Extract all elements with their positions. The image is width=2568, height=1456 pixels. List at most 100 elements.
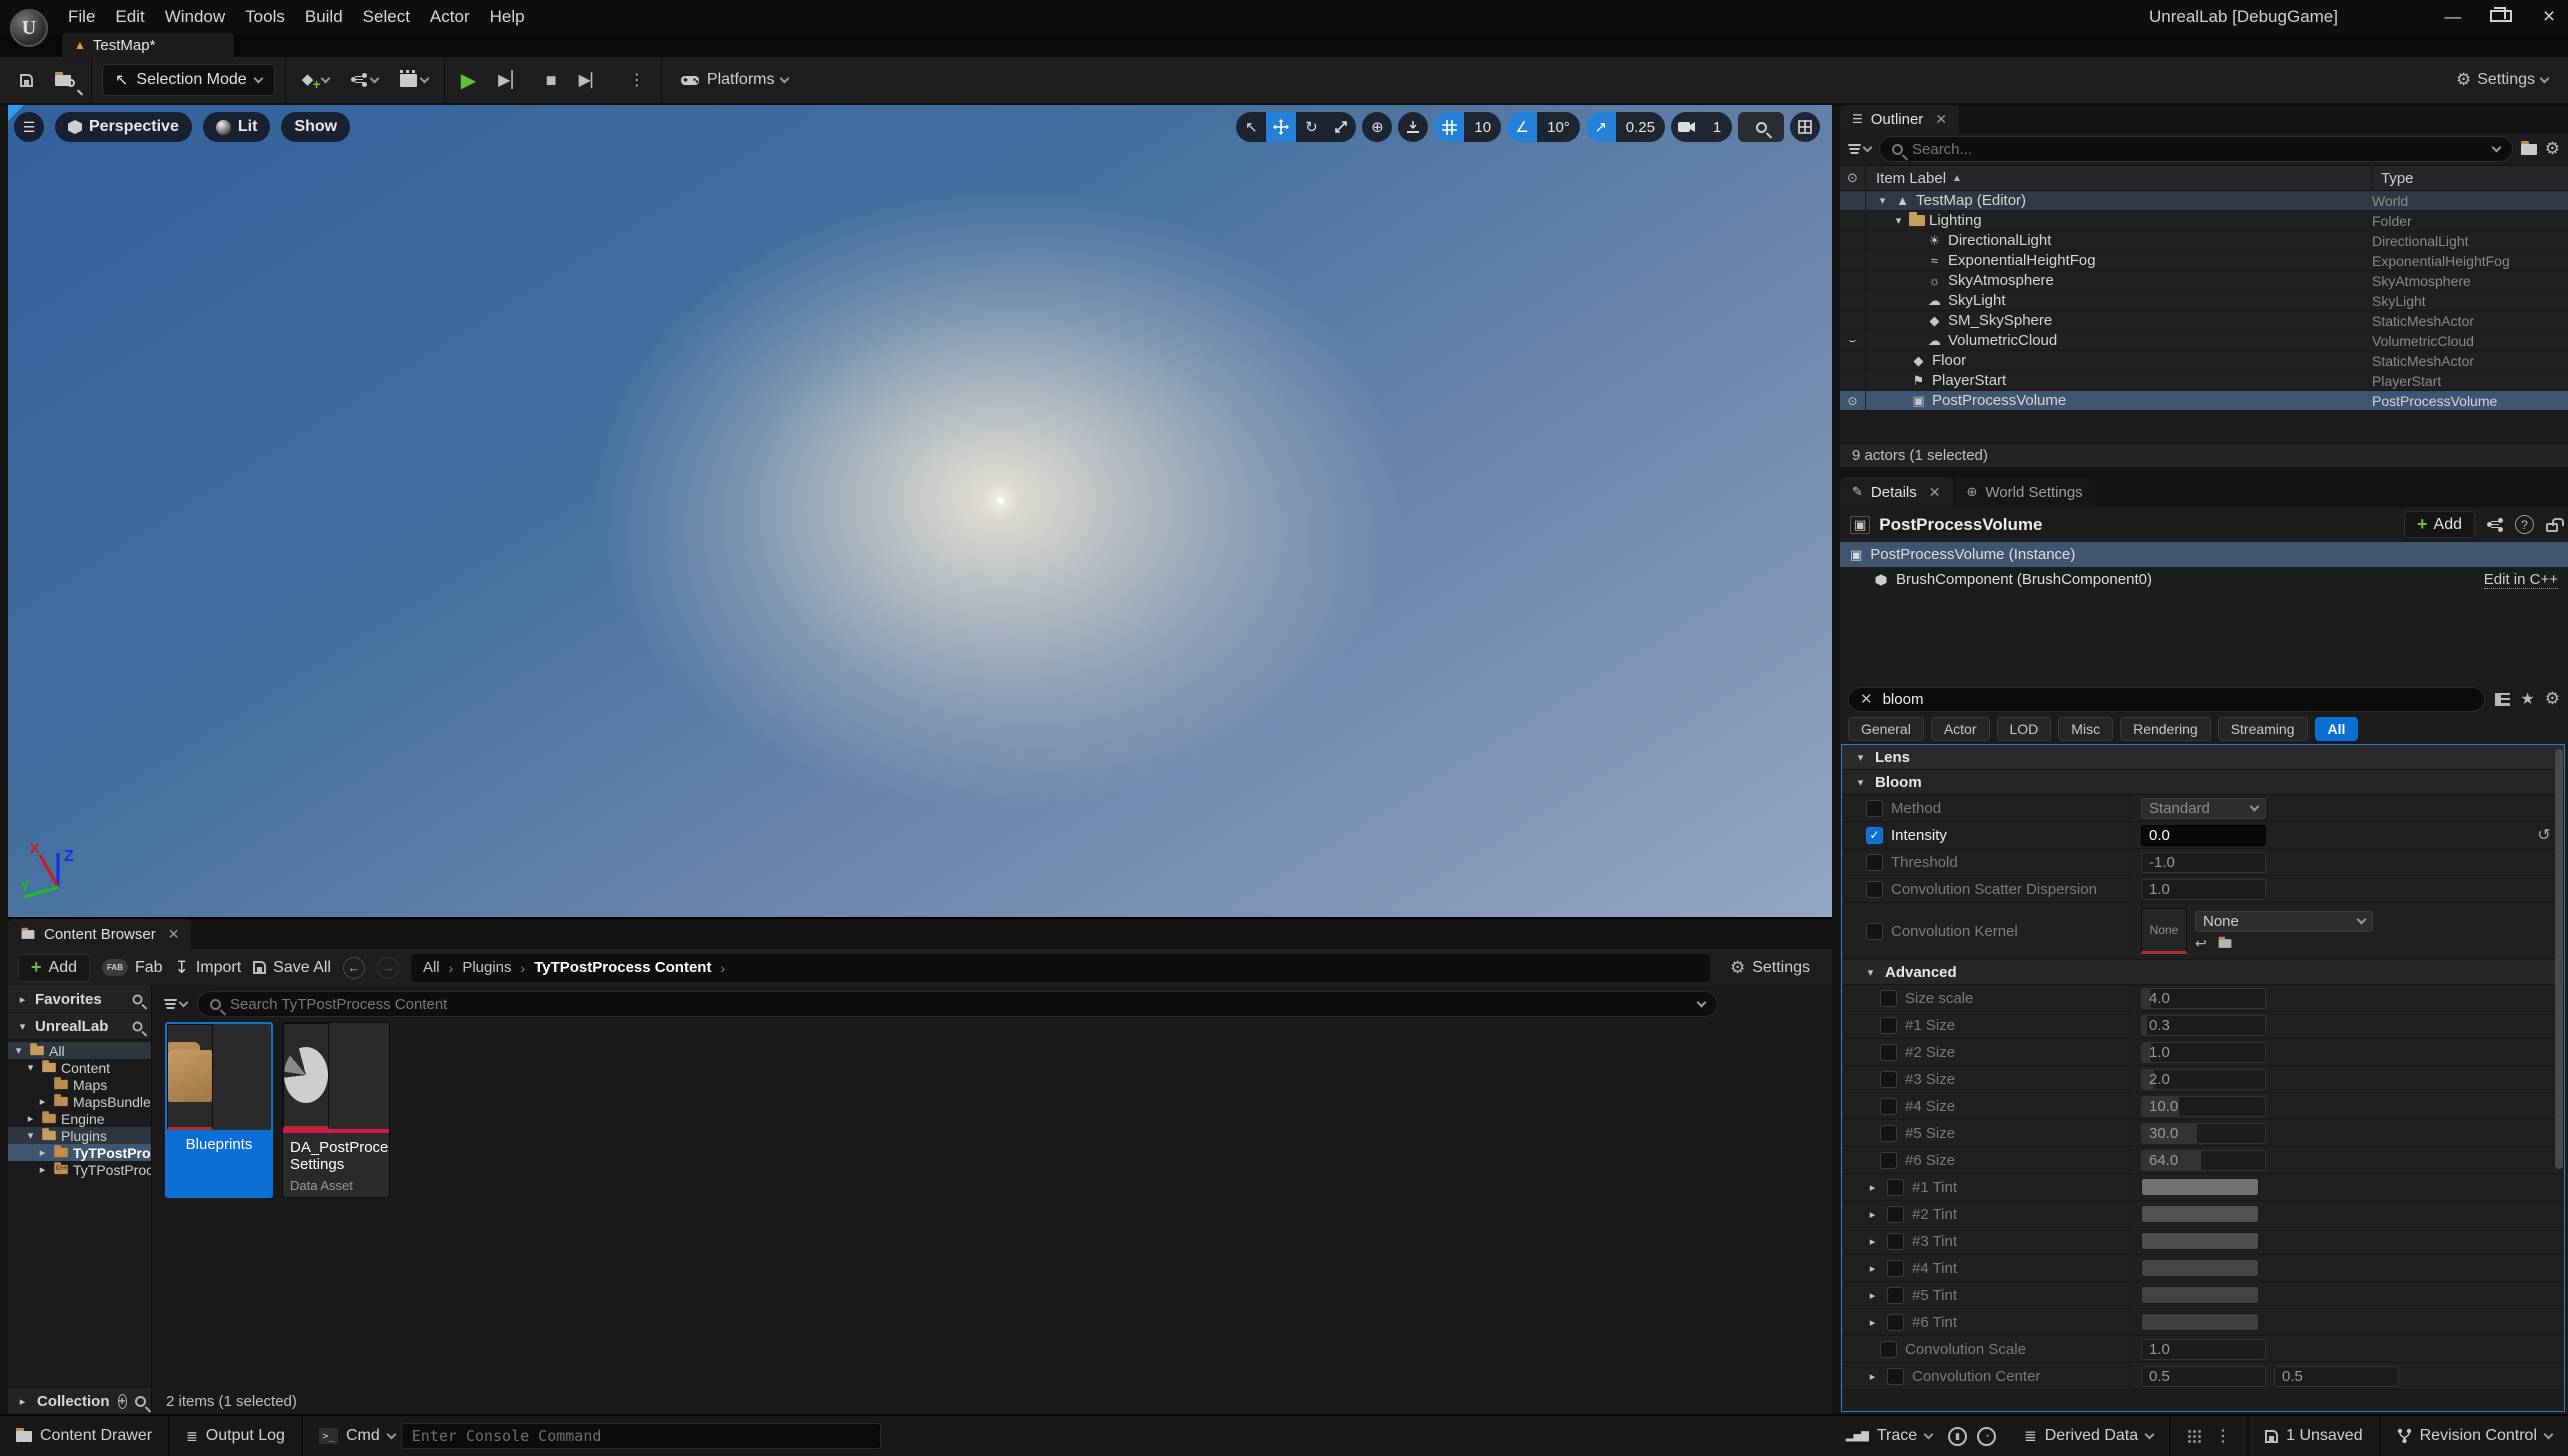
asset-thumbnail[interactable]: None bbox=[2141, 908, 2187, 954]
filter-tab-streaming[interactable]: Streaming bbox=[2217, 717, 2308, 741]
expander-icon[interactable]: ▸ bbox=[1866, 1181, 1879, 1194]
screen-percentage-icon[interactable] bbox=[1738, 112, 1784, 142]
help-icon[interactable]: ? bbox=[2515, 515, 2534, 534]
category-advanced[interactable]: ▾ Advanced bbox=[1842, 960, 2564, 985]
filter-tab-general[interactable]: General bbox=[1848, 717, 1924, 741]
angle-snap-value[interactable]: 10° bbox=[1537, 112, 1580, 142]
breadcrumb[interactable]: All › Plugins › TyTPostProcess Content › bbox=[410, 953, 1710, 982]
add-actor-icon[interactable] bbox=[296, 70, 335, 92]
tab-outliner[interactable]: ☰ Outliner ✕ bbox=[1840, 105, 1960, 133]
more-options-icon[interactable]: ⋮ bbox=[2215, 1426, 2231, 1446]
cinematics-icon[interactable] bbox=[394, 69, 434, 87]
tab-testmap[interactable]: ▲ TestMap* bbox=[62, 33, 234, 57]
property-row-convolution-scatter-dispersion[interactable]: Convolution Scatter Dispersion 1.0 bbox=[1842, 876, 2564, 903]
property-row--6-size[interactable]: #6 Size 64.0 bbox=[1842, 1147, 2564, 1174]
collection-header[interactable]: ▸ Collection + bbox=[8, 1387, 151, 1414]
override-checkbox[interactable] bbox=[1887, 1313, 1904, 1331]
expander-icon[interactable]: ▾ bbox=[1876, 194, 1889, 207]
asset-dropdown[interactable]: None bbox=[2195, 910, 2373, 932]
outliner-row[interactable]: ☀ DirectionalLight DirectionalLight bbox=[1840, 231, 2568, 251]
scale-snap-icon[interactable]: ↗ bbox=[1585, 112, 1616, 142]
breadcrumb-segment[interactable]: TyTPostProcess Content bbox=[534, 959, 711, 976]
tree-item-content[interactable]: ▾ Content bbox=[8, 1059, 151, 1076]
outliner-row[interactable]: ⊙ ▣ PostProcessVolume PostProcessVolume bbox=[1840, 391, 2568, 411]
world-coordinate-icon[interactable]: ⊕ bbox=[1362, 112, 1393, 142]
asset-tile-da-postprocess-settings[interactable]: DA_PostProcess Settings Data Asset bbox=[282, 1022, 390, 1198]
tab-details[interactable]: ✎ Details ✕ bbox=[1840, 477, 1953, 507]
outliner-row[interactable]: ▾ ▲ TestMap (Editor) World bbox=[1840, 191, 2568, 211]
expander-icon[interactable]: ▾ bbox=[24, 1129, 37, 1142]
eye-icon[interactable]: ⊙ bbox=[1840, 391, 1866, 410]
insights-icon[interactable]: ▮ bbox=[1948, 1426, 1968, 1446]
eye-icon[interactable] bbox=[1840, 211, 1866, 230]
blueprints-icon[interactable] bbox=[345, 73, 384, 87]
output-log-button[interactable]: ≣ Output Log bbox=[170, 1416, 303, 1456]
override-checkbox[interactable]: ✓ bbox=[1866, 826, 1883, 844]
override-checkbox[interactable] bbox=[1887, 1178, 1904, 1196]
frame-skip-button[interactable]: ▶ ▏ bbox=[492, 70, 530, 90]
back-icon[interactable]: ← bbox=[342, 956, 365, 979]
property-row--3-tint[interactable]: ▸ #3 Tint bbox=[1842, 1228, 2564, 1255]
console-command-input[interactable] bbox=[400, 1423, 881, 1449]
override-checkbox[interactable] bbox=[1880, 1097, 1897, 1115]
expander-icon[interactable]: ▾ bbox=[1854, 751, 1867, 764]
category-bloom[interactable]: ▾ Bloom bbox=[1842, 770, 2564, 795]
favorites-header[interactable]: ▸ Favorites bbox=[8, 986, 151, 1013]
favorites-star-icon[interactable]: ★ bbox=[2520, 689, 2534, 709]
category-lens[interactable]: ▾ Lens bbox=[1842, 745, 2564, 770]
new-folder-icon[interactable] bbox=[2520, 140, 2537, 155]
cmd-dropdown[interactable]: >_ Cmd bbox=[303, 1416, 401, 1456]
column-type[interactable]: Type bbox=[2372, 166, 2568, 190]
expander-icon[interactable]: ▸ bbox=[36, 1163, 49, 1176]
platforms-button[interactable]: Platforms bbox=[672, 71, 797, 89]
trace-dropdown[interactable]: ▂▅▇ Trace bbox=[1830, 1416, 1948, 1456]
property-spinbox[interactable]: 30.0 bbox=[2141, 1122, 2266, 1144]
display-mode-icon[interactable] bbox=[2495, 692, 2511, 706]
menu-select[interactable]: Select bbox=[353, 0, 420, 33]
menu-file[interactable]: File bbox=[58, 0, 105, 33]
lit-button[interactable]: Lit bbox=[202, 112, 271, 142]
tree-item-tytpostproce[interactable]: ▸ TyTPostProce bbox=[8, 1161, 151, 1178]
tree-item-plugins[interactable]: ▾ Plugins bbox=[8, 1127, 151, 1144]
derived-data-dropdown[interactable]: ≣ Derived Data bbox=[2008, 1416, 2172, 1456]
tree-item-all[interactable]: ▾ All bbox=[8, 1042, 151, 1059]
restore-icon[interactable] bbox=[2490, 6, 2512, 27]
camera-speed-icon[interactable] bbox=[1671, 112, 1702, 142]
eye-icon[interactable] bbox=[1840, 291, 1866, 310]
expander-icon[interactable]: ▸ bbox=[1866, 1262, 1879, 1275]
eye-closed-icon[interactable]: ⌣ bbox=[1840, 331, 1866, 350]
content-drawer-button[interactable]: Content Drawer bbox=[0, 1416, 171, 1456]
tab-content-browser[interactable]: Content Browser ✕ bbox=[8, 919, 192, 949]
property-row-convolution-kernel[interactable]: Convolution Kernel None None ↩ bbox=[1842, 903, 2564, 960]
content-browser-settings-button[interactable]: ⚙ Settings bbox=[1730, 958, 1822, 978]
rotate-tool-icon[interactable]: ↻ bbox=[1296, 112, 1327, 142]
expander-icon[interactable]: ▸ bbox=[24, 1112, 37, 1125]
property-row--2-tint[interactable]: ▸ #2 Tint bbox=[1842, 1201, 2564, 1228]
search-icon[interactable] bbox=[132, 1021, 143, 1031]
eye-icon[interactable] bbox=[1840, 351, 1866, 370]
override-checkbox[interactable] bbox=[1887, 1205, 1904, 1223]
asset-tile-blueprints[interactable]: Blueprints bbox=[165, 1022, 273, 1198]
expander-icon[interactable]: ▸ bbox=[1866, 1370, 1879, 1383]
override-checkbox[interactable] bbox=[1880, 989, 1897, 1007]
asset-search-input[interactable]: Search TyTPostProcess Content bbox=[197, 991, 1718, 1017]
lock-icon[interactable] bbox=[2546, 518, 2564, 532]
edit-in-cpp-link[interactable]: Edit in C++ bbox=[2483, 571, 2558, 589]
timing-icon[interactable]: ◔ bbox=[1977, 1426, 1997, 1446]
expander-icon[interactable]: ▾ bbox=[1864, 966, 1877, 979]
property-dropdown[interactable]: Standard bbox=[2141, 797, 2266, 819]
show-button[interactable]: Show bbox=[281, 112, 351, 142]
select-tool-icon[interactable]: ↖ bbox=[1236, 112, 1267, 142]
component-row-brush[interactable]: BrushComponent (BrushComponent0) Edit in… bbox=[1840, 567, 2568, 592]
override-checkbox[interactable] bbox=[1880, 1340, 1897, 1358]
filter-icon[interactable] bbox=[164, 997, 189, 1009]
grid-snap-icon[interactable] bbox=[1434, 112, 1465, 142]
expander-icon[interactable]: ▸ bbox=[36, 1095, 49, 1108]
column-item-label[interactable]: Item Label ▲ bbox=[1866, 170, 2372, 187]
property-spinbox[interactable]: 0.5 bbox=[2141, 1365, 2266, 1387]
override-checkbox[interactable] bbox=[1866, 880, 1883, 898]
add-component-button[interactable]: + Add bbox=[2404, 511, 2475, 538]
close-icon[interactable]: ✕ bbox=[168, 926, 180, 943]
outliner-row[interactable]: ▾ Lighting Folder bbox=[1840, 211, 2568, 231]
eye-icon[interactable] bbox=[1840, 371, 1866, 390]
